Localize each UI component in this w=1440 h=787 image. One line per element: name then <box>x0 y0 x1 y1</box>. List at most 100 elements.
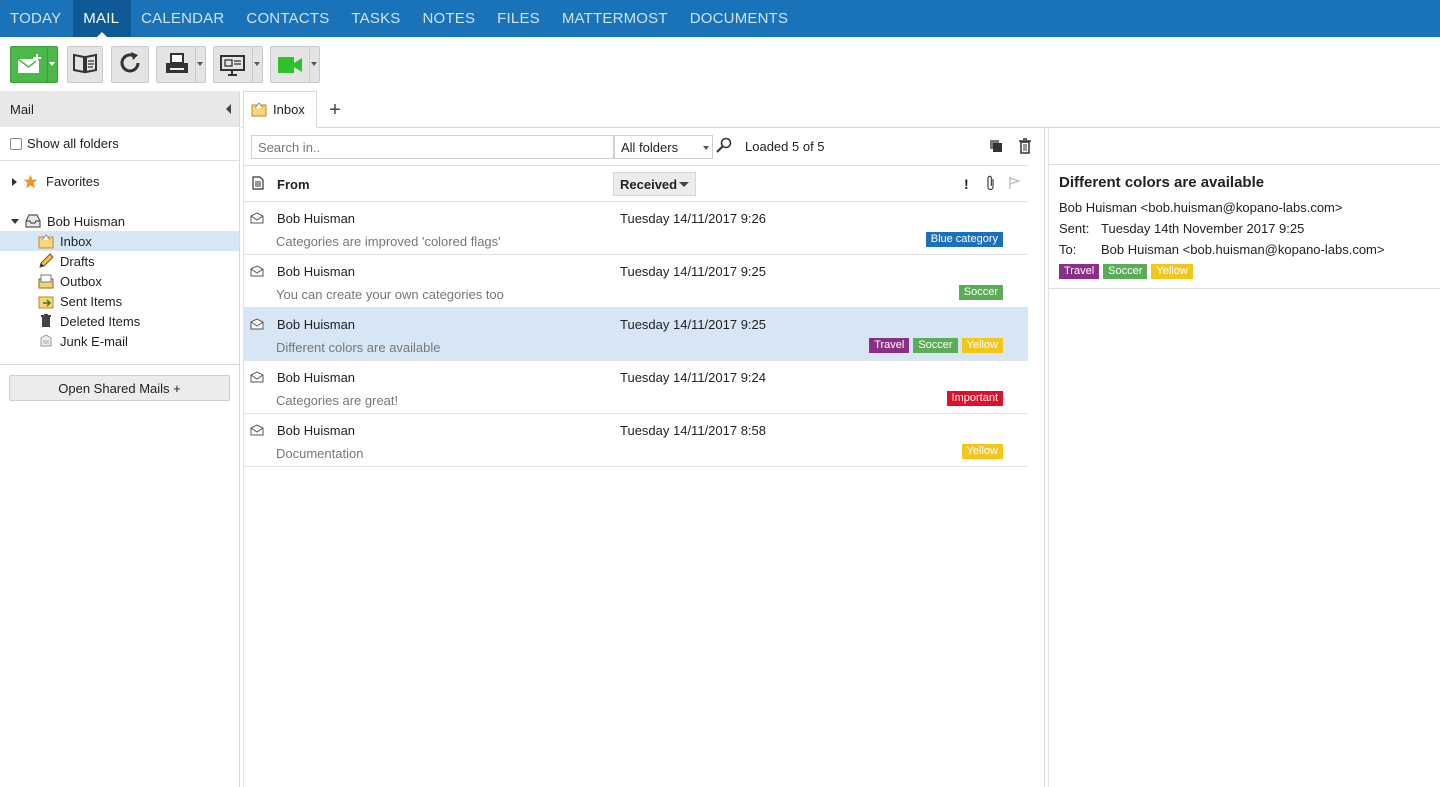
nav-tab-mail[interactable]: MAIL <box>73 0 132 37</box>
top-nav: TODAY MAIL CALENDAR CONTACTS TASKS NOTES… <box>0 0 1440 37</box>
nav-tab-tasks[interactable]: TASKS <box>341 0 412 37</box>
message-row[interactable]: Bob Huisman Tuesday 14/11/2017 8:58 Docume… <box>244 414 1028 467</box>
refresh-button[interactable] <box>111 46 149 83</box>
message-rows: Bob Huisman Tuesday 14/11/2017 9:26 Catego… <box>244 202 1028 467</box>
document-icon[interactable] <box>252 176 264 193</box>
address-book-icon <box>72 52 98 77</box>
message-subject: Different colors are available <box>276 340 441 355</box>
print-button[interactable] <box>156 46 206 83</box>
folder-sent-items[interactable]: Sent Items <box>0 291 239 311</box>
show-all-folders-checkbox[interactable] <box>10 137 22 150</box>
mailbox-owner: Bob Huisman <box>47 213 126 229</box>
tab-inbox[interactable]: Inbox <box>243 91 317 128</box>
toolbar <box>0 37 1440 91</box>
chevron-down-icon[interactable] <box>197 62 203 66</box>
inbox-folder-icon <box>38 233 54 249</box>
nav-tab-mattermost[interactable]: MATTERMOST <box>552 0 680 37</box>
mailbox-root[interactable]: Bob Huisman <box>0 211 239 231</box>
folder-pane: Mail Show all folders Favorites Bob Huis… <box>0 91 240 787</box>
nav-tab-files[interactable]: FILES <box>487 0 552 37</box>
folder-filter-select[interactable]: All folders <box>614 135 713 159</box>
nav-tab-today[interactable]: TODAY <box>0 0 73 37</box>
message-date: Tuesday 14/11/2017 9:26 <box>620 211 767 226</box>
pencil-icon <box>38 253 54 269</box>
message-categories: Blue category <box>925 232 1003 247</box>
collapse-icon[interactable] <box>11 218 19 224</box>
nav-tab-documents[interactable]: DOCUMENTS <box>680 0 800 37</box>
category-badge: Yellow <box>1151 264 1193 279</box>
preview-from[interactable]: Bob Huisman <bob.huisman@kopano-labs.com… <box>1059 200 1342 215</box>
envelope-icon <box>250 318 264 333</box>
category-badge: Soccer <box>958 285 1003 300</box>
open-shared-mails-button[interactable]: Open Shared Mails + <box>9 375 230 401</box>
message-categories: Important <box>946 391 1003 406</box>
collapse-pane-icon[interactable] <box>226 104 231 114</box>
category-badge: Important <box>946 391 1003 406</box>
video-call-button[interactable] <box>270 46 320 83</box>
message-row[interactable]: Bob Huisman Tuesday 14/11/2017 9:25 Differ… <box>244 308 1028 361</box>
category-badge: Soccer <box>913 338 958 353</box>
chevron-down-icon[interactable] <box>254 62 260 66</box>
chevron-down-icon <box>679 182 689 187</box>
printer-icon <box>164 53 190 80</box>
envelope-icon <box>250 424 264 439</box>
preview-sent-value: Tuesday 14th November 2017 9:25 <box>1101 221 1305 236</box>
importance-column-icon[interactable]: ! <box>964 176 969 192</box>
divider <box>1049 288 1440 289</box>
presentation-button[interactable] <box>213 46 263 83</box>
folder-deleted-items[interactable]: Deleted Items <box>0 311 239 331</box>
message-sender: Bob Huisman <box>277 317 356 332</box>
message-date: Tuesday 14/11/2017 9:24 <box>620 370 767 385</box>
folder-drafts[interactable]: Drafts <box>0 251 239 271</box>
search-input[interactable]: Search in.. <box>251 135 614 159</box>
mailbox-icon <box>25 214 41 228</box>
show-all-folders[interactable]: Show all folders <box>0 127 239 161</box>
folder-label: Junk E-mail <box>60 333 128 349</box>
preview-to-value[interactable]: Bob Huisman <bob.huisman@kopano-labs.com… <box>1101 242 1384 257</box>
message-subject: Categories are improved 'colored flags' <box>276 234 501 249</box>
new-mail-icon <box>17 54 43 79</box>
folder-label: Outbox <box>60 273 102 289</box>
message-subject: Categories are great! <box>276 393 399 408</box>
address-book-button[interactable] <box>67 46 103 83</box>
folder-inbox[interactable]: Inbox <box>0 231 239 251</box>
nav-tab-contacts[interactable]: CONTACTS <box>236 0 341 37</box>
message-date: Tuesday 14/11/2017 9:25 <box>620 317 767 332</box>
folder-outbox[interactable]: Outbox <box>0 271 239 291</box>
folder-pane-title: Mail <box>10 101 34 117</box>
attachment-icon[interactable] <box>986 175 996 194</box>
column-header: From Received ! <box>244 165 1028 202</box>
favorites-node[interactable]: Favorites <box>0 161 239 203</box>
sent-items-icon <box>38 293 54 309</box>
copy-icon[interactable] <box>989 139 1003 156</box>
envelope-icon <box>250 212 264 227</box>
flag-icon[interactable] <box>1009 176 1021 193</box>
column-from[interactable]: From <box>277 177 310 192</box>
chevron-down-icon[interactable] <box>49 62 55 66</box>
message-date: Tuesday 14/11/2017 8:58 <box>620 423 767 438</box>
column-received-label: Received <box>620 176 678 192</box>
message-row[interactable]: Bob Huisman Tuesday 14/11/2017 9:25 You ca… <box>244 255 1028 308</box>
message-sender: Bob Huisman <box>277 264 356 279</box>
message-categories: Yellow <box>961 444 1003 459</box>
search-icon[interactable] <box>716 137 732 156</box>
presentation-icon <box>220 53 246 80</box>
chevron-down-icon[interactable] <box>311 62 317 66</box>
nav-tab-notes[interactable]: NOTES <box>412 0 487 37</box>
message-subject: You can create your own categories too <box>276 287 504 302</box>
new-mail-button[interactable] <box>10 46 58 83</box>
message-row[interactable]: Bob Huisman Tuesday 14/11/2017 9:26 Catego… <box>244 202 1028 255</box>
folder-pane-header: Mail <box>0 91 239 127</box>
message-row[interactable]: Bob Huisman Tuesday 14/11/2017 9:24 Catego… <box>244 361 1028 414</box>
loaded-count: Loaded 5 of 5 <box>745 139 825 154</box>
preview-sent-label: Sent: <box>1059 221 1090 236</box>
folder-label: Drafts <box>60 253 95 269</box>
expand-icon[interactable] <box>12 177 17 186</box>
junk-icon <box>38 333 54 349</box>
folder-junk-email[interactable]: Junk E-mail <box>0 331 239 351</box>
column-received-sort[interactable]: Received <box>613 172 696 196</box>
add-tab-button[interactable]: + <box>325 99 345 122</box>
delete-icon[interactable] <box>1018 138 1032 157</box>
refresh-icon <box>117 50 143 79</box>
nav-tab-calendar[interactable]: CALENDAR <box>131 0 236 37</box>
